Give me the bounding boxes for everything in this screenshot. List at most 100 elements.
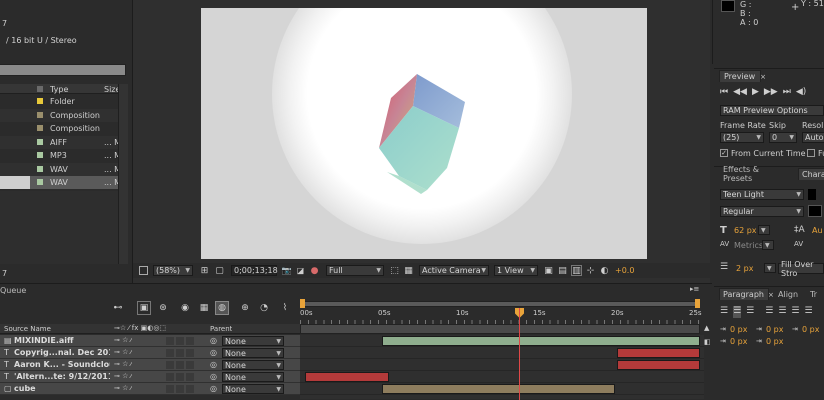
hide-shy-layers-icon[interactable]: ◉ — [178, 301, 192, 315]
layer-name[interactable]: MIXINDIE.aiff — [14, 336, 110, 345]
parent-header[interactable]: Parent — [210, 325, 232, 333]
track-lane[interactable] — [300, 383, 704, 395]
transparency-grid-icon[interactable]: ▦ — [403, 265, 414, 276]
stroke-width-value[interactable]: 2 px — [736, 264, 753, 273]
source-name-header[interactable]: Source Name — [4, 325, 51, 333]
preview-tab[interactable]: Preview × — [719, 70, 766, 82]
first-frame-icon[interactable]: ⏮ — [720, 87, 728, 99]
exposure-value[interactable]: +0.0 — [615, 266, 634, 275]
indent-value[interactable]: 0 px — [766, 325, 783, 334]
composition-canvas[interactable] — [201, 8, 647, 259]
pickwhip-icon[interactable]: ◎ — [210, 336, 217, 345]
project-item-row[interactable]: Composition — [0, 122, 118, 135]
label-color-swatch[interactable] — [37, 152, 43, 158]
layer-switches-icons[interactable]: ⊸ ☆ ⁄ — [114, 348, 132, 356]
project-item-row[interactable]: Folder — [0, 95, 118, 108]
track-lane[interactable] — [300, 335, 704, 347]
next-frame-icon[interactable]: ▶▶ — [764, 87, 778, 99]
work-area-start-handle[interactable] — [300, 299, 305, 308]
layer-duration-bar[interactable] — [382, 384, 615, 394]
camera-dropdown[interactable]: Active Camera ▼ — [419, 265, 489, 276]
label-color-swatch[interactable] — [37, 125, 43, 131]
layer-row[interactable]: ▢ cube ⊸ ☆ ⁄ ◎ None ▼ — [0, 383, 300, 395]
fast-previews-icon[interactable]: ▤ — [557, 265, 568, 276]
label-color-swatch[interactable] — [37, 179, 43, 185]
layer-row[interactable]: T Aaron K... - Soundcloud ⊸ ☆ ⁄ ◎ None ▼ — [0, 359, 300, 371]
layer-duration-bar[interactable] — [305, 372, 389, 382]
timeline-track-area[interactable] — [300, 335, 704, 399]
indent-value[interactable]: 0 px — [730, 325, 747, 334]
time-ruler[interactable]: 00s 05s 10s 15s 20s 25s — [300, 298, 704, 334]
align-right-icon[interactable]: ☰ — [746, 306, 754, 318]
parent-dropdown[interactable]: None ▼ — [222, 372, 284, 382]
stroke-width-chevron[interactable]: ▼ — [764, 263, 776, 273]
font-style-dropdown[interactable]: Regular ▼ — [720, 206, 804, 217]
justify-all-icon[interactable]: ☰ — [804, 306, 812, 318]
parent-dropdown[interactable]: None ▼ — [222, 336, 284, 346]
stroke-mode-dropdown[interactable]: Fill Over Stro — [778, 260, 824, 278]
layer-name[interactable]: Aaron K... - Soundcloud — [14, 360, 110, 369]
zoom-dropdown[interactable]: (58%) ▼ — [153, 265, 193, 276]
layer-row[interactable]: T Copyrig...nal. Dec 2011 ⊸ ☆ ⁄ ◎ None ▼ — [0, 347, 300, 359]
layer-duration-bar[interactable] — [382, 336, 700, 346]
previous-frame-icon[interactable]: ◀◀ — [733, 87, 747, 99]
label-color-swatch[interactable] — [37, 111, 43, 118]
kerning-chevron[interactable]: ▼ — [762, 240, 774, 250]
font-size-chevron[interactable]: ▼ — [758, 225, 770, 235]
pickwhip-icon[interactable]: ◎ — [210, 360, 217, 369]
graph-editor-icon[interactable]: ⌇ — [278, 301, 292, 315]
project-item-row[interactable]: WAV... M — [0, 176, 121, 189]
draft-3d-icon[interactable]: ⊛ — [156, 301, 170, 315]
render-queue-tab[interactable]: Queue — [0, 286, 26, 295]
parent-dropdown[interactable]: None ▼ — [222, 348, 284, 358]
project-search-input[interactable] — [0, 64, 126, 76]
timeline-icon[interactable]: ▥ — [571, 265, 582, 276]
font-family-dropdown[interactable]: Teen Light ▼ — [720, 189, 804, 200]
type-column-header[interactable]: Type — [50, 85, 68, 94]
layer-scroll-icon[interactable]: ◧ — [704, 338, 711, 346]
justify-center-icon[interactable]: ☰ — [778, 306, 786, 318]
justify-right-icon[interactable]: ☰ — [791, 306, 799, 318]
align-center-icon[interactable]: ☰ — [733, 306, 742, 318]
work-area-end-handle[interactable] — [695, 299, 700, 308]
layer-name[interactable]: 'Altern...te: 9/12/2011 — [14, 372, 110, 381]
layer-name[interactable]: cube — [14, 384, 110, 393]
layer-switches-icons[interactable]: ⊸ ☆ ⁄ — [114, 360, 132, 368]
paragraph-tab[interactable]: Paragraph × — [719, 288, 774, 300]
snapshot-camera-icon[interactable]: 📷 — [281, 265, 292, 276]
motion-blur-icon[interactable]: ◍ — [215, 301, 229, 315]
track-lane[interactable] — [300, 347, 704, 359]
layer-name[interactable]: Copyrig...nal. Dec 2011 — [14, 348, 110, 357]
font-size-value[interactable]: 62 px — [734, 226, 757, 235]
track-lane[interactable] — [300, 371, 704, 383]
layer-switch-boxes[interactable] — [166, 337, 196, 345]
tracking-value-field[interactable] — [812, 240, 824, 250]
kerning-metrics-value[interactable]: Metrics — [734, 241, 763, 250]
frame-rate-dropdown[interactable]: (25) ▼ — [720, 132, 764, 143]
effects-presets-tab[interactable]: Effects & Presets — [719, 165, 783, 183]
character-tab[interactable]: Charac — [798, 168, 824, 180]
live-update-icon[interactable]: ▣ — [137, 301, 151, 315]
label-color-swatch[interactable] — [37, 98, 43, 104]
layer-switch-boxes[interactable] — [166, 373, 196, 381]
ram-preview-options-dropdown[interactable]: RAM Preview Options — [720, 105, 824, 116]
from-current-time-checkbox[interactable]: ✓ — [720, 149, 728, 157]
auto-keyframe-icon[interactable]: ◔ — [257, 301, 271, 315]
show-snapshot-icon[interactable]: ◪ — [295, 265, 306, 276]
project-item-row[interactable]: WAV... M — [0, 162, 121, 176]
parent-dropdown[interactable]: None ▼ — [222, 384, 284, 394]
work-area-bar[interactable] — [302, 301, 700, 307]
safe-zones-icon[interactable]: ⊞ — [199, 265, 210, 276]
fill-color-swatch[interactable] — [808, 205, 822, 217]
tracker-tab[interactable]: Tr — [810, 288, 824, 300]
layer-switches-icons[interactable]: ⊸ ☆ ⁄ — [114, 336, 132, 344]
track-lane[interactable] — [300, 359, 704, 371]
layer-duration-bar[interactable] — [617, 348, 700, 358]
skip-dropdown[interactable]: 0 ▼ — [769, 132, 797, 143]
layer-switches-icons[interactable]: ⊸ ☆ ⁄ — [114, 372, 132, 380]
project-item-row[interactable]: AIFF... M — [0, 135, 121, 149]
label-color-swatch[interactable] — [37, 165, 43, 172]
layer-switch-boxes[interactable] — [166, 385, 196, 393]
region-of-interest-icon[interactable]: ⬚ — [389, 265, 400, 276]
time-navigator[interactable] — [300, 324, 700, 334]
